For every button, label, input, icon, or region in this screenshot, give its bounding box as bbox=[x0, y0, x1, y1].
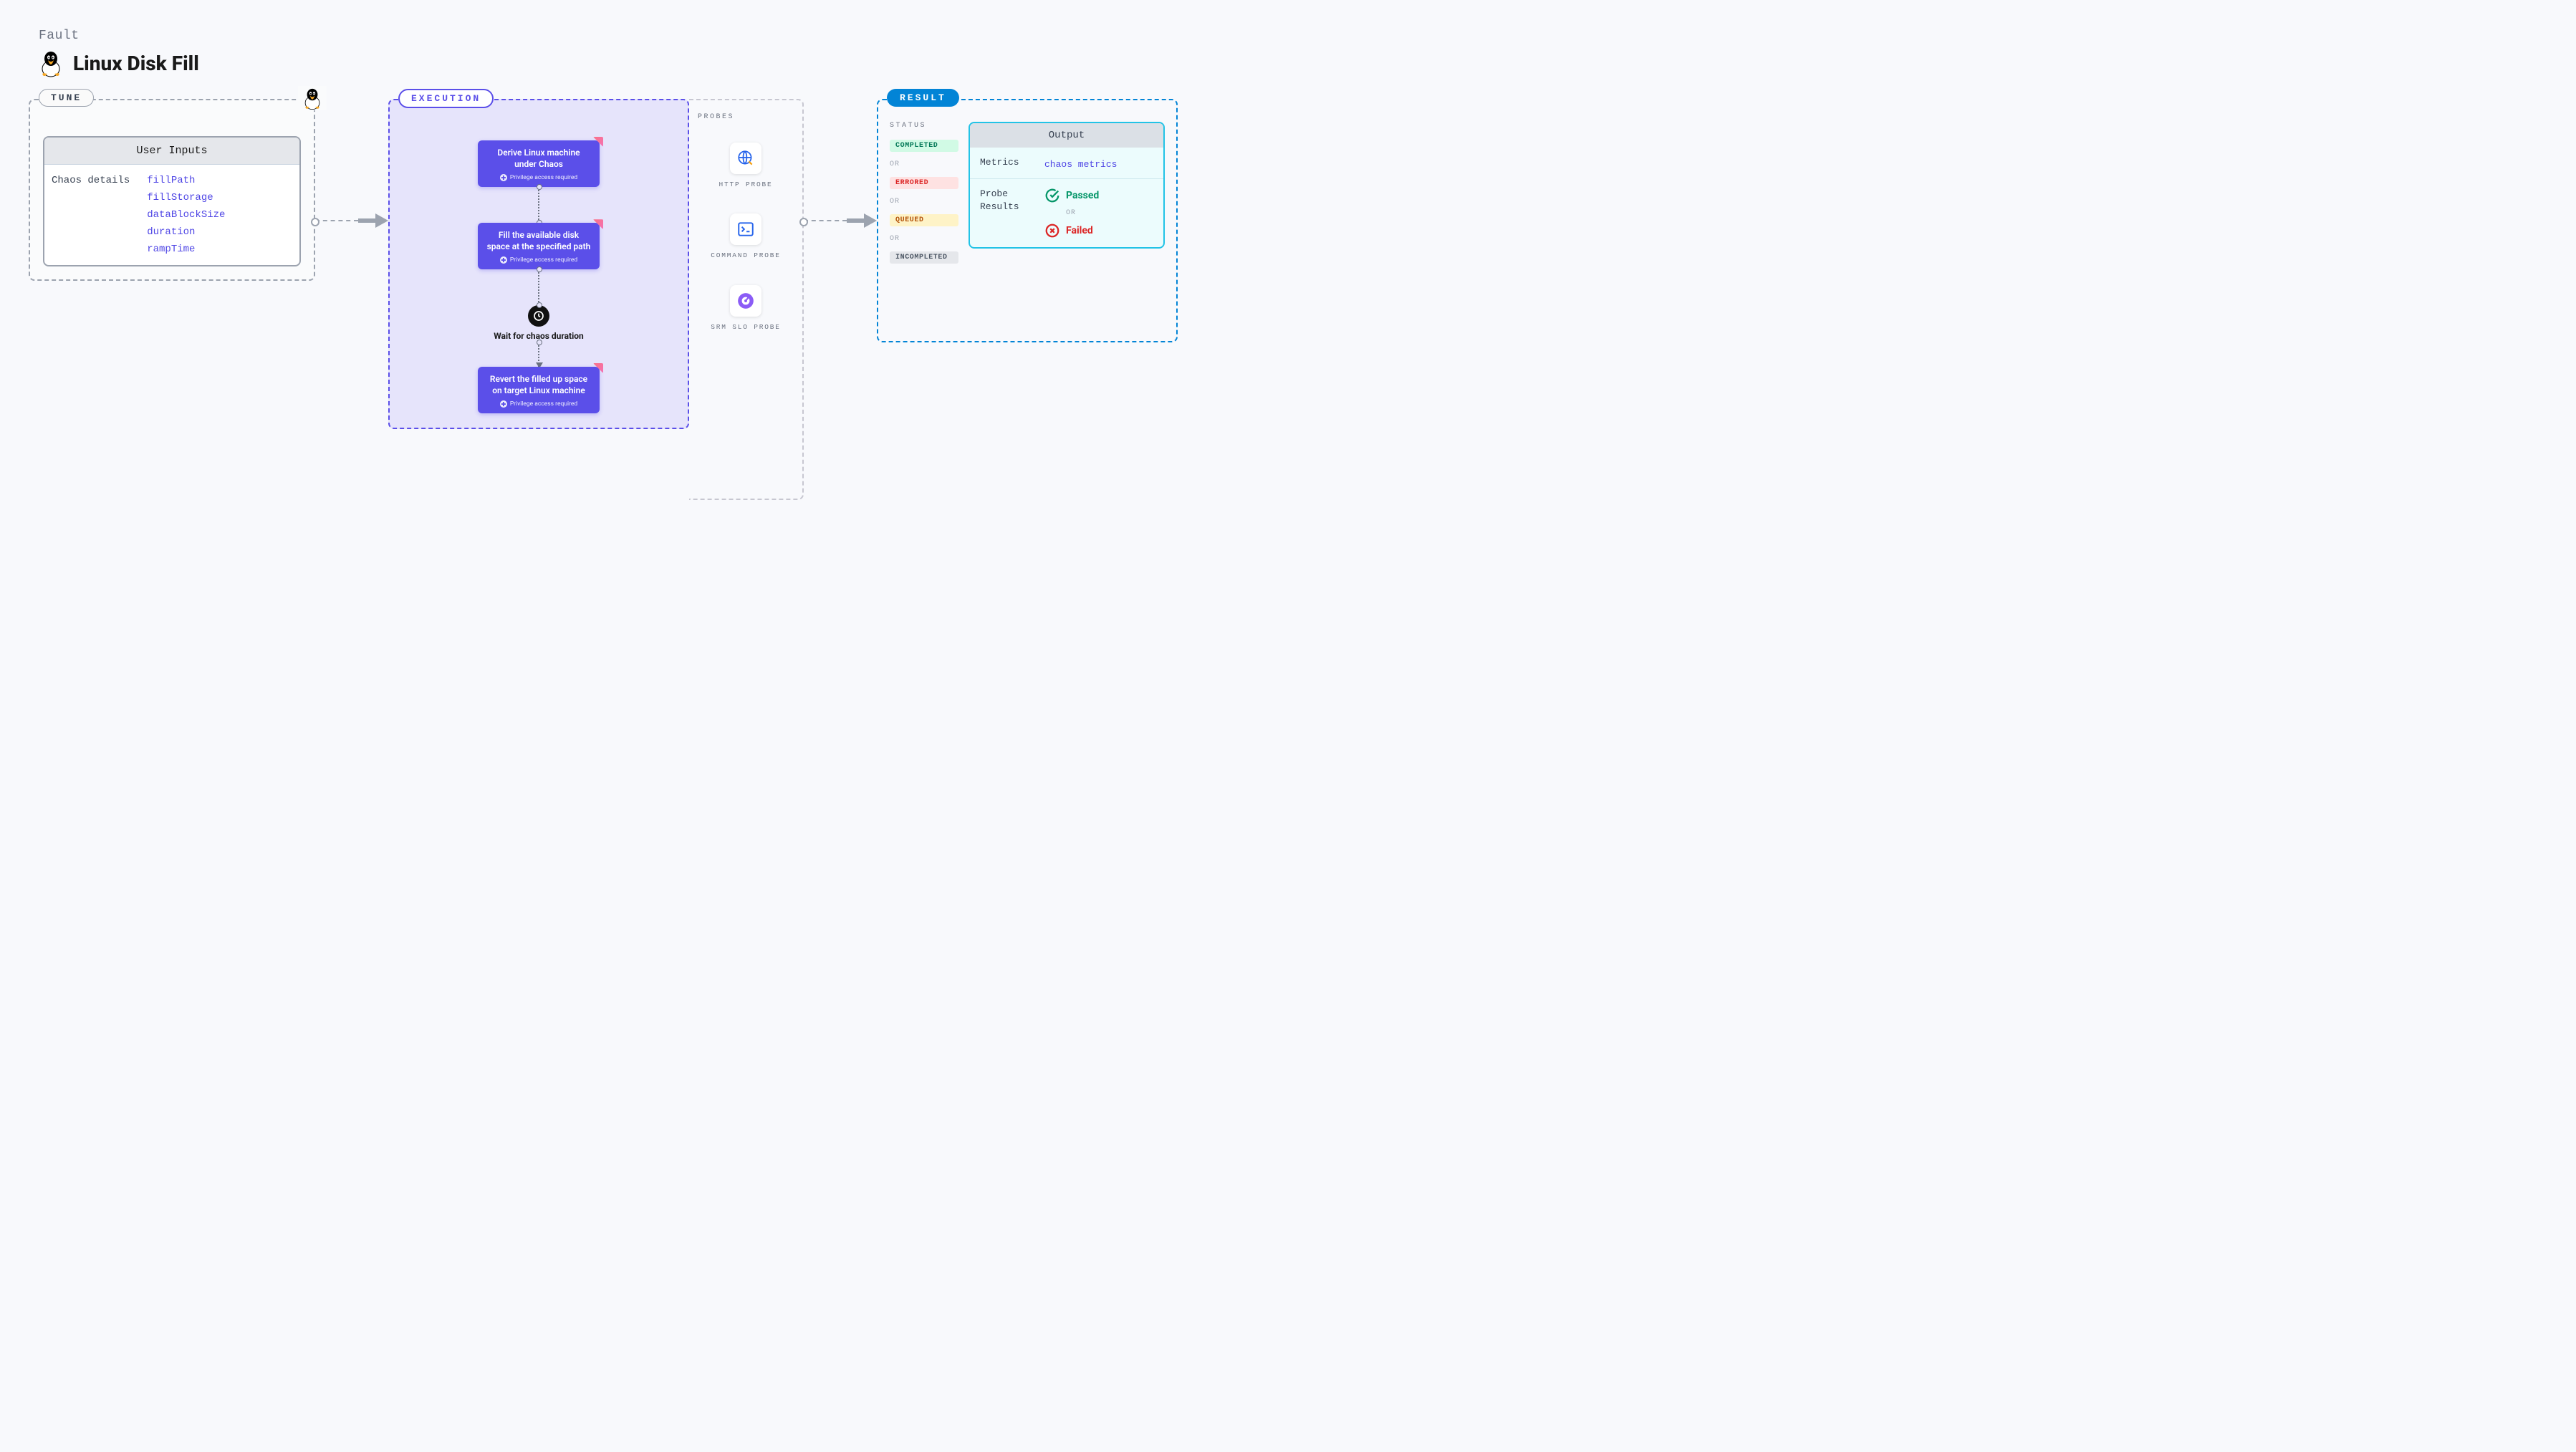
page-title: Linux Disk Fill bbox=[73, 52, 199, 75]
result-panel: RESULT STATUS COMPLETED OR ERRORED OR QU… bbox=[877, 99, 1178, 342]
probe-command: COMMAND PROBE bbox=[711, 213, 781, 260]
execution-panel: EXECUTION Derive Linux machine under Cha… bbox=[388, 99, 689, 429]
probe-results-key: Probe Results bbox=[980, 188, 1032, 213]
gauge-icon bbox=[730, 285, 761, 317]
privilege-icon: ✚ bbox=[500, 174, 507, 181]
or-text: OR bbox=[890, 160, 958, 168]
terminal-icon bbox=[730, 213, 761, 245]
connector bbox=[538, 187, 539, 223]
probe-result-passed: Passed bbox=[1044, 188, 1153, 203]
probes-label: PROBES bbox=[698, 113, 794, 121]
flag-icon bbox=[593, 219, 603, 229]
output-title: Output bbox=[970, 123, 1163, 148]
param-fillstorage: fillStorage bbox=[147, 192, 225, 203]
probe-result-failed: Failed bbox=[1044, 223, 1153, 239]
connector bbox=[538, 269, 539, 305]
x-circle-icon bbox=[1044, 223, 1060, 239]
linux-icon bbox=[39, 49, 63, 77]
user-inputs-title: User Inputs bbox=[44, 138, 299, 165]
execution-pill: EXECUTION bbox=[398, 89, 494, 108]
globe-icon bbox=[730, 143, 761, 174]
status-incompleted: INCOMPLETED bbox=[890, 251, 958, 264]
flag-icon bbox=[593, 137, 603, 147]
param-datablocksize: dataBlockSize bbox=[147, 209, 225, 221]
param-fillpath: fillPath bbox=[147, 175, 225, 186]
output-card: Output Metrics chaos metrics Probe Resul… bbox=[969, 122, 1165, 249]
user-inputs-card: User Inputs Chaos details fillPath fillS… bbox=[43, 136, 301, 266]
page-header: Fault Linux Disk Fill bbox=[29, 29, 2547, 77]
result-pill: RESULT bbox=[887, 89, 959, 107]
probe-http: HTTP PROBE bbox=[719, 143, 772, 189]
flag-icon bbox=[593, 363, 603, 373]
status-label: STATUS bbox=[890, 122, 958, 130]
linux-icon bbox=[298, 86, 327, 110]
param-duration: duration bbox=[147, 226, 225, 238]
clock-icon bbox=[528, 305, 549, 327]
connector-arrow bbox=[538, 342, 539, 367]
chaos-metrics-link[interactable]: chaos metrics bbox=[1044, 159, 1117, 170]
tune-panel: TUNE User Inputs Chaos details bbox=[29, 99, 315, 281]
or-text: OR bbox=[1066, 209, 1153, 217]
step-wait: Wait for chaos duration bbox=[494, 305, 584, 342]
diagram: TUNE User Inputs Chaos details bbox=[29, 99, 2547, 500]
status-completed: COMPLETED bbox=[890, 140, 958, 152]
fault-label: Fault bbox=[39, 29, 2547, 43]
tune-pill: TUNE bbox=[39, 89, 94, 107]
status-errored: ERRORED bbox=[890, 177, 958, 189]
step-derive-machine: Derive Linux machine under Chaos ✚Privil… bbox=[478, 140, 600, 187]
or-text: OR bbox=[890, 235, 958, 243]
probe-srm-slo: SRM SLO PROBE bbox=[711, 285, 781, 332]
probes-panel: PROBES HTTP PROBE bbox=[689, 99, 804, 500]
privilege-icon: ✚ bbox=[500, 400, 507, 408]
step-revert: Revert the filled up space on target Lin… bbox=[478, 367, 600, 413]
check-circle-icon bbox=[1044, 188, 1060, 203]
param-ramptime: rampTime bbox=[147, 244, 225, 255]
status-queued: QUEUED bbox=[890, 214, 958, 226]
step-fill-disk: Fill the available disk space at the spe… bbox=[478, 223, 600, 269]
metrics-key: Metrics bbox=[980, 156, 1032, 169]
or-text: OR bbox=[890, 198, 958, 206]
arrow-execution-to-result bbox=[804, 213, 877, 228]
arrow-tune-to-execution bbox=[315, 213, 388, 228]
privilege-icon: ✚ bbox=[500, 256, 507, 264]
inputs-section-label: Chaos details bbox=[52, 175, 130, 255]
